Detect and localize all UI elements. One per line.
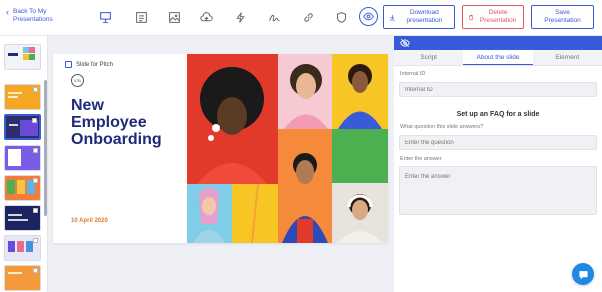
download-label: Download presentation [406, 9, 443, 24]
save-presentation-button[interactable]: Save Presentation [531, 5, 594, 29]
slide-thumbnail[interactable] [4, 175, 41, 201]
delete-label: Delete Presentation [479, 9, 517, 24]
tab-element[interactable]: Element [533, 50, 602, 65]
chat-support-button[interactable] [572, 263, 594, 285]
top-toolbar: ‹ Back To My Presentations Download pres… [0, 0, 602, 36]
delete-presentation-button[interactable]: Delete Presentation [462, 5, 524, 29]
checkbox-icon [65, 61, 72, 68]
trash-icon [469, 14, 474, 20]
slide-thumbnail-strip: ✓ [0, 36, 48, 292]
shield-icon[interactable] [333, 9, 349, 25]
company-logo: ICB [71, 74, 84, 87]
preview-eye-button[interactable] [359, 7, 378, 26]
panel-tabs: Script About the slide Element [394, 50, 602, 66]
back-to-presentations-link[interactable]: ‹ Back To My Presentations [6, 8, 61, 24]
slide-thumbnail[interactable] [4, 44, 41, 70]
tab-about-the-slide[interactable]: About the slide [463, 50, 533, 65]
strip-scrollbar[interactable] [44, 80, 47, 216]
slide-thumbnail[interactable] [4, 84, 41, 110]
faq-title: Set up an FAQ for a slide [456, 111, 540, 118]
slide-title: New Employee Onboarding [71, 97, 162, 148]
question-input[interactable] [399, 135, 597, 150]
slide-thumbnail[interactable] [4, 145, 41, 171]
question-label: What question this slide answers? [400, 124, 484, 130]
back-label: Back To My Presentations [13, 8, 53, 23]
layout-icon[interactable] [133, 9, 149, 25]
answer-label: Enter the answer [400, 156, 442, 162]
slide-thumbnail[interactable] [4, 205, 41, 231]
slide-for-pitch-label: Slide for Pitch [76, 61, 114, 68]
properties-panel: Script About the slide Element Internal … [394, 36, 602, 292]
chat-bubble-icon [578, 270, 588, 279]
slide-thumbnail[interactable] [4, 114, 41, 140]
photo-woman-yellow [332, 54, 388, 129]
download-icon [389, 14, 395, 20]
bolt-icon[interactable] [232, 9, 248, 25]
image-icon[interactable] [166, 9, 182, 25]
slide-canvas[interactable]: Slide for Pitch ICB New Employee Onboard… [53, 54, 388, 243]
slide-for-pitch-checkbox[interactable]: Slide for Pitch [65, 61, 113, 68]
slide-thumbnail[interactable] [4, 265, 41, 291]
photo-woman-pink [278, 54, 332, 129]
link-icon[interactable] [300, 9, 316, 25]
answer-textarea[interactable] [399, 166, 597, 215]
presentation-icon[interactable] [97, 9, 113, 25]
signature-icon[interactable] [266, 9, 282, 25]
photo-green-tile [332, 129, 388, 183]
photo-yellow-tile [232, 184, 278, 243]
slide-date: 10 April 2020 [71, 218, 108, 224]
eye-icon [363, 12, 374, 21]
photo-man-headphones [332, 183, 388, 243]
chevron-left-icon: ‹ [6, 7, 9, 17]
photo-woman-afro [187, 54, 278, 184]
cloud-upload-icon[interactable] [198, 9, 214, 25]
save-label: Save Presentation [544, 9, 581, 24]
internal-id-label: Internal ID [400, 71, 426, 77]
slide-thumbnail[interactable] [4, 235, 41, 261]
photo-woman-blue [187, 184, 232, 243]
panel-header [394, 36, 602, 50]
tab-script[interactable]: Script [394, 50, 463, 65]
internal-id-input[interactable] [399, 82, 597, 97]
eye-slash-icon[interactable] [400, 38, 410, 48]
download-presentation-button[interactable]: Download presentation [383, 5, 455, 29]
photo-man-orange [278, 129, 332, 243]
